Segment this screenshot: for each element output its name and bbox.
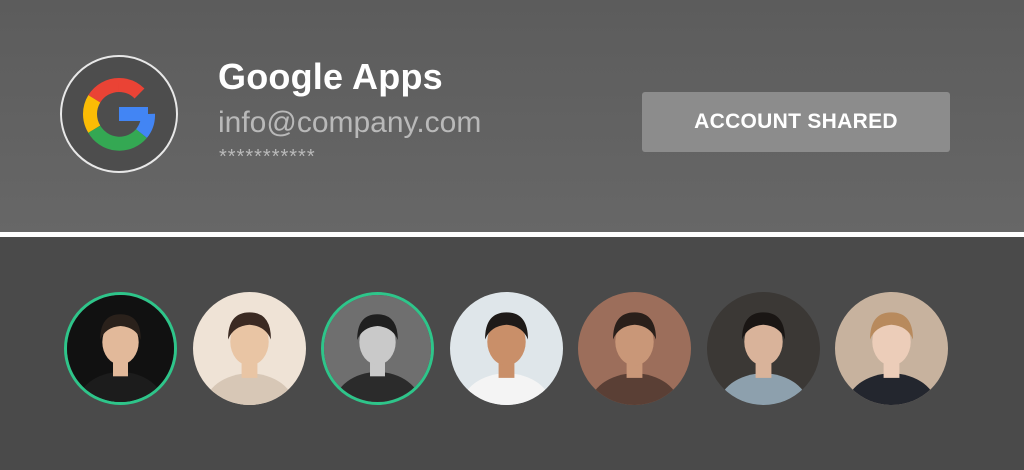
avatar-photo: [67, 295, 174, 402]
avatar-photo: [578, 292, 691, 405]
masked-password: ***********: [219, 146, 316, 168]
member-avatar[interactable]: [835, 292, 948, 405]
avatar-photo: [193, 292, 306, 405]
member-avatar[interactable]: [450, 292, 563, 405]
member-avatar[interactable]: [321, 292, 434, 405]
account-shared-button[interactable]: ACCOUNT SHARED: [642, 92, 950, 152]
avatar-photo: [835, 292, 948, 405]
member-avatar[interactable]: [64, 292, 177, 405]
member-avatar[interactable]: [578, 292, 691, 405]
google-g-icon: [83, 78, 155, 151]
app-name: Google Apps: [218, 56, 443, 97]
app-logo: [60, 55, 178, 173]
avatar-photo: [450, 292, 563, 405]
avatar-photo: [707, 292, 820, 405]
member-avatar[interactable]: [193, 292, 306, 405]
member-avatar[interactable]: [707, 292, 820, 405]
avatar-photo: [324, 295, 431, 402]
account-email: info@company.com: [218, 106, 482, 139]
account-card: Google Apps info@company.com ***********…: [0, 0, 1024, 232]
